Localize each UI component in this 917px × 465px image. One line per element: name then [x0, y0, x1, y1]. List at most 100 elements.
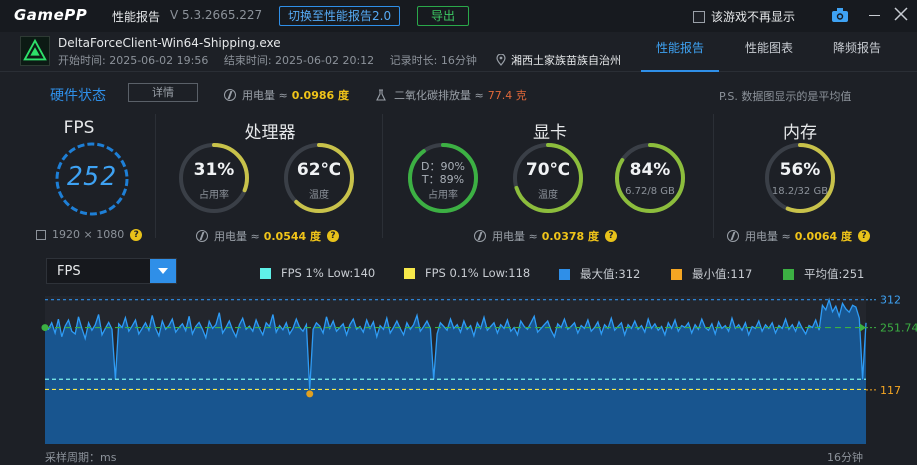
- process-info-bar: DeltaForceClient-Win64-Shipping.exe 开始时间…: [0, 32, 917, 72]
- power-value: 0.0986 度: [291, 89, 349, 102]
- fps-chart[interactable]: 312 251.74 117: [0, 290, 917, 450]
- end-time: 结束时间: 2025-06-02 20:12: [223, 54, 375, 67]
- record-duration: 记录时长: 16分钟: [389, 54, 477, 67]
- chart-metric-value: FPS: [57, 264, 81, 279]
- co2-icon: [376, 88, 386, 101]
- gpu-usage-gauge: D：90% T：89% 占用率: [405, 140, 481, 216]
- help-icon[interactable]: ?: [327, 230, 339, 242]
- gpu-memory-value: 84%: [629, 160, 671, 180]
- gpu-usage-label: 占用率: [428, 190, 458, 201]
- duration-end-label: 16分钟: [827, 451, 863, 464]
- legend-label: 平均值:251: [804, 267, 865, 281]
- legend-label: FPS 0.1% Low:118: [425, 266, 531, 280]
- cpu-usage-value: 31%: [193, 160, 235, 180]
- resolution-text: 1920 × 1080: [52, 228, 125, 241]
- cpu-temp-value: 62℃: [296, 160, 342, 180]
- power-label: 用电量 ≈: [214, 230, 260, 243]
- power-label: 用电量 ≈: [242, 89, 288, 102]
- game-icon: [20, 36, 50, 66]
- window-title: 性能报告: [112, 10, 161, 24]
- cpu-power: 用电量 ≈ 0.0544 度 ?: [196, 228, 339, 244]
- gpu-temp-label: 温度: [538, 190, 558, 201]
- power-label: 用电量 ≈: [745, 230, 791, 243]
- help-icon[interactable]: ?: [130, 228, 143, 241]
- detail-button[interactable]: 详情: [128, 83, 198, 102]
- total-power: 用电量 ≈ 0.0986 度: [224, 87, 349, 103]
- process-meta: 开始时间: 2025-06-02 19:56 结束时间: 2025-06-02 …: [58, 52, 489, 68]
- fps-value: 252: [67, 162, 117, 192]
- gpu-power-value: 0.0378 度: [541, 230, 599, 243]
- power-label: 用电量 ≈: [492, 230, 538, 243]
- cpu-usage-label: 占用率: [199, 190, 229, 201]
- camera-icon[interactable]: [832, 8, 848, 22]
- gpu-temp-value: 70℃: [525, 160, 571, 180]
- chart-metric-select[interactable]: FPS: [46, 258, 177, 284]
- power-icon: [196, 230, 208, 242]
- gpu-temp-gauge: 70℃ 温度: [510, 140, 586, 216]
- legend-swatch: [783, 268, 794, 280]
- max-label: 312: [880, 294, 901, 307]
- legend-low1: FPS 1% Low:140: [260, 266, 375, 280]
- legend-low01: FPS 0.1% Low:118: [404, 266, 530, 280]
- hardware-status-title: 硬件状态: [50, 88, 106, 104]
- gpu-memory-gauge: 84% 6.72/8 GB: [612, 140, 688, 216]
- fps-gauge: 252: [53, 140, 131, 218]
- dropdown-button[interactable]: [150, 259, 176, 283]
- legend-label: 最小值:117: [692, 267, 753, 281]
- gamepp-window: GamePP 性能报告 V 5.3.2665.227 切换至性能报告2.0 导出…: [0, 0, 917, 465]
- ram-power: 用电量 ≈ 0.0064 度 ?: [727, 228, 870, 244]
- version-label: V 5.3.2665.227: [170, 8, 263, 22]
- power-icon: [224, 89, 236, 101]
- resolution: 1920 × 1080 ?: [36, 228, 143, 241]
- co2-emission: 二氧化碳排放量 ≈ 77.4 克: [376, 87, 527, 103]
- avg-label: 251.74: [880, 322, 917, 335]
- co2-value: 77.4 克: [487, 89, 527, 102]
- legend-swatch: [260, 267, 271, 279]
- avg-marker-start: [41, 324, 49, 332]
- ram-usage-label: 18.2/32 GB: [771, 186, 829, 197]
- average-note: P.S. 数据图显示的是平均值: [719, 90, 852, 103]
- app-logo: GamePP: [14, 6, 88, 24]
- gpu-memory-label: 6.72/8 GB: [625, 186, 675, 197]
- switch-report-button[interactable]: 切换至性能报告2.0: [279, 6, 401, 26]
- legend-label: FPS 1% Low:140: [281, 266, 376, 280]
- start-time: 开始时间: 2025-06-02 19:56: [58, 54, 209, 67]
- no-more-label: 该游戏不再显示: [711, 10, 796, 24]
- sample-period-label: 采样周期：ms: [45, 451, 117, 464]
- gpu-t-usage: T：89%: [421, 173, 465, 186]
- tab-performance-report[interactable]: 性能报告: [641, 32, 719, 72]
- minimize-button[interactable]: [869, 15, 880, 16]
- fps-title: FPS: [63, 118, 95, 138]
- cpu-power-value: 0.0544 度: [263, 230, 321, 243]
- min-label: 117: [880, 384, 901, 397]
- legend-swatch: [404, 267, 415, 279]
- power-icon: [727, 230, 739, 242]
- divider: [713, 114, 714, 238]
- legend-avg: 平均值:251: [783, 266, 864, 282]
- min-marker: [306, 390, 314, 398]
- help-icon[interactable]: ?: [858, 230, 870, 242]
- ram-power-value: 0.0064 度: [794, 230, 852, 243]
- cpu-temp-gauge: 62℃ 温度: [281, 140, 357, 216]
- legend-min: 最小值:117: [671, 266, 752, 282]
- location-pin-icon: [496, 54, 506, 66]
- ram-usage-gauge: 56% 18.2/32 GB: [762, 140, 838, 216]
- close-icon[interactable]: [893, 6, 909, 22]
- tab-throttle-report[interactable]: 降频报告: [818, 32, 896, 72]
- power-icon: [474, 230, 486, 242]
- help-icon[interactable]: ?: [605, 230, 617, 242]
- legend-swatch: [559, 268, 570, 280]
- location-text: 湘西土家族苗族自治州: [511, 54, 621, 67]
- legend-max: 最大值:312: [559, 266, 640, 282]
- co2-label: 二氧化碳排放量 ≈: [394, 89, 484, 102]
- divider: [155, 114, 156, 238]
- legend-label: 最大值:312: [580, 267, 641, 281]
- cpu-usage-gauge: 31% 占用率: [176, 140, 252, 216]
- process-name: DeltaForceClient-Win64-Shipping.exe: [58, 36, 281, 50]
- location: 湘西土家族苗族自治州: [496, 52, 621, 68]
- checkbox-box[interactable]: [693, 10, 705, 23]
- tab-performance-chart[interactable]: 性能图表: [730, 32, 808, 72]
- no-more-checkbox[interactable]: 该游戏不再显示: [693, 8, 795, 25]
- resolution-icon: [36, 229, 46, 240]
- export-button[interactable]: 导出: [417, 6, 469, 26]
